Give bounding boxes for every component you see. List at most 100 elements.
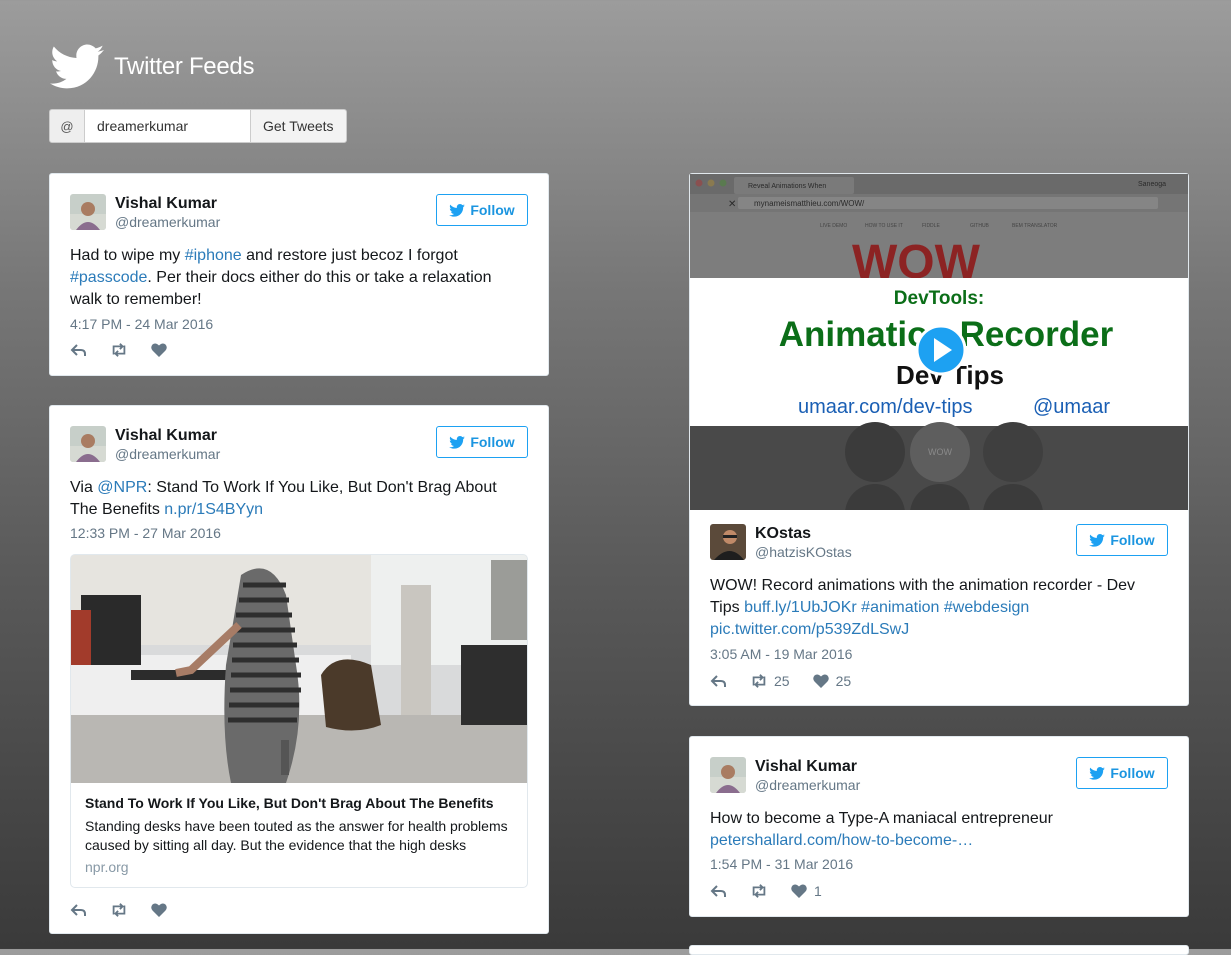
follow-button[interactable]: Follow: [436, 194, 528, 226]
search-form: @ Get Tweets: [49, 109, 347, 143]
video-player[interactable]: Reveal Animations When Saneoga ✕ mynamei…: [690, 174, 1188, 510]
retweet-icon: [752, 884, 766, 898]
mention-link[interactable]: @NPR: [97, 479, 147, 496]
at-prefix: @: [49, 109, 85, 143]
article-image: [71, 555, 527, 783]
tweet-timestamp[interactable]: 12:33 PM - 27 Mar 2016: [70, 525, 221, 541]
reply-icon: [710, 885, 726, 897]
tweet-card: Vishal Kumar @dreamerkumar Follow Via @N…: [49, 405, 549, 934]
url-link[interactable]: n.pr/1S4BYyn: [164, 501, 263, 518]
avatar[interactable]: [710, 757, 746, 793]
retweet-icon: [112, 343, 126, 357]
hashtag-link[interactable]: #passcode: [70, 269, 147, 286]
tweet-card: Vishal Kumar @dreamerkumar Follow Had to…: [49, 173, 549, 376]
browser-user: Saneoga: [1138, 181, 1166, 188]
svg-text:HOW TO USE IT: HOW TO USE IT: [865, 223, 903, 229]
tweet-card: Reveal Animations When Saneoga ✕ mynamei…: [689, 173, 1189, 706]
author-handle[interactable]: @dreamerkumar: [755, 776, 860, 795]
username-input[interactable]: [85, 109, 250, 143]
author-name[interactable]: Vishal Kumar: [755, 757, 860, 776]
tweet-timestamp[interactable]: 3:05 AM - 19 Mar 2016: [710, 646, 852, 662]
card-title: Stand To Work If You Like, But Don't Bra…: [85, 795, 494, 811]
banner-link2: @umaar: [1033, 396, 1110, 418]
like-button[interactable]: 1: [790, 883, 822, 899]
reply-icon: [710, 675, 726, 687]
like-button[interactable]: [150, 902, 168, 918]
reply-icon: [70, 904, 86, 916]
tweet-timestamp[interactable]: 4:17 PM - 24 Mar 2016: [70, 316, 213, 332]
tweet-text: How to become a Type-A maniacal entrepre…: [710, 810, 1054, 849]
reply-button[interactable]: [710, 883, 728, 899]
author-handle[interactable]: @dreamerkumar: [115, 445, 220, 464]
retweet-icon: [752, 674, 766, 688]
svg-text:LIVE DEMO: LIVE DEMO: [820, 223, 847, 229]
tweet-author: KOstas @hatzisKOstas: [710, 524, 852, 562]
like-button[interactable]: 25: [812, 673, 852, 689]
twitter-bird-icon: [449, 203, 466, 217]
hashtag-link[interactable]: #animation: [861, 599, 939, 616]
follow-button[interactable]: Follow: [436, 426, 528, 458]
author-handle[interactable]: @hatzisKOstas: [755, 543, 852, 562]
retweet-button[interactable]: 25: [750, 673, 790, 689]
browser-tab-title: Reveal Animations When: [748, 183, 826, 190]
like-count: 25: [835, 673, 852, 689]
reply-icon: [70, 344, 86, 356]
twitter-bird-icon: [1089, 533, 1106, 547]
avatar[interactable]: [710, 524, 746, 560]
tweet-actions: [70, 902, 190, 918]
url-link[interactable]: buff.ly/1UbJOKr: [744, 599, 857, 616]
follow-button[interactable]: Follow: [1076, 757, 1168, 789]
tweet-text: WOW! Record animations with the animatio…: [710, 577, 1136, 638]
author-name[interactable]: KOstas: [755, 524, 852, 543]
get-tweets-button[interactable]: Get Tweets: [250, 109, 347, 143]
tweet-text: Via @NPR: Stand To Work If You Like, But…: [70, 479, 497, 518]
author-name[interactable]: Vishal Kumar: [115, 194, 220, 213]
app-header: Twitter Feeds: [50, 44, 254, 90]
svg-text:✕: ✕: [728, 199, 736, 210]
hashtag-link[interactable]: #iphone: [185, 247, 242, 264]
follow-button[interactable]: Follow: [1076, 524, 1168, 556]
tweet-actions: 1: [710, 883, 844, 899]
tweet-card: [689, 945, 1189, 955]
card-domain: npr.org: [85, 859, 129, 875]
like-button[interactable]: [150, 342, 168, 358]
circle-label: WOW: [928, 447, 952, 457]
tweet-author: Vishal Kumar @dreamerkumar: [710, 757, 860, 795]
browser-url: mynameismatthieu.com/WOW/: [754, 199, 865, 208]
retweet-button[interactable]: [750, 883, 768, 899]
author-handle[interactable]: @dreamerkumar: [115, 213, 220, 232]
avatar[interactable]: [70, 426, 106, 462]
twitter-bird-icon: [449, 435, 466, 449]
retweet-icon: [112, 903, 126, 917]
link-preview-card[interactable]: Stand To Work If You Like, But Don't Bra…: [70, 554, 528, 888]
heart-icon: [791, 884, 807, 898]
tweet-timestamp[interactable]: 1:54 PM - 31 Mar 2016: [710, 856, 853, 872]
svg-text:BEM TRANSLATOR: BEM TRANSLATOR: [1012, 223, 1058, 229]
play-button[interactable]: [915, 324, 967, 376]
reply-button[interactable]: [70, 902, 88, 918]
follow-label: Follow: [1110, 765, 1155, 781]
card-description: Standing desks have been touted as the a…: [85, 818, 508, 853]
retweet-button[interactable]: [110, 342, 128, 358]
tweet-actions: [70, 342, 190, 358]
like-count: 1: [814, 883, 822, 899]
tweet-actions: 25 25: [710, 673, 873, 689]
page-title: Twitter Feeds: [114, 53, 255, 80]
pic-link[interactable]: pic.twitter.com/p539ZdLSwJ: [710, 621, 909, 638]
url-link[interactable]: petershallard.com/how-to-become-…: [710, 832, 973, 849]
follow-label: Follow: [1110, 532, 1155, 548]
avatar[interactable]: [70, 194, 106, 230]
reply-button[interactable]: [70, 342, 88, 358]
retweet-button[interactable]: [110, 902, 128, 918]
heart-icon: [151, 903, 167, 917]
tweet-author: Vishal Kumar @dreamerkumar: [70, 194, 220, 232]
svg-text:GITHUB: GITHUB: [970, 223, 990, 229]
tweet-author: Vishal Kumar @dreamerkumar: [70, 426, 220, 464]
tweet-card: Vishal Kumar @dreamerkumar Follow How to…: [689, 736, 1189, 917]
author-name[interactable]: Vishal Kumar: [115, 426, 220, 445]
reply-button[interactable]: [710, 673, 728, 689]
hashtag-link[interactable]: #webdesign: [944, 599, 1029, 616]
twitter-bird-icon: [1089, 766, 1106, 780]
heart-icon: [151, 343, 167, 357]
twitter-bird-icon: [50, 44, 104, 89]
